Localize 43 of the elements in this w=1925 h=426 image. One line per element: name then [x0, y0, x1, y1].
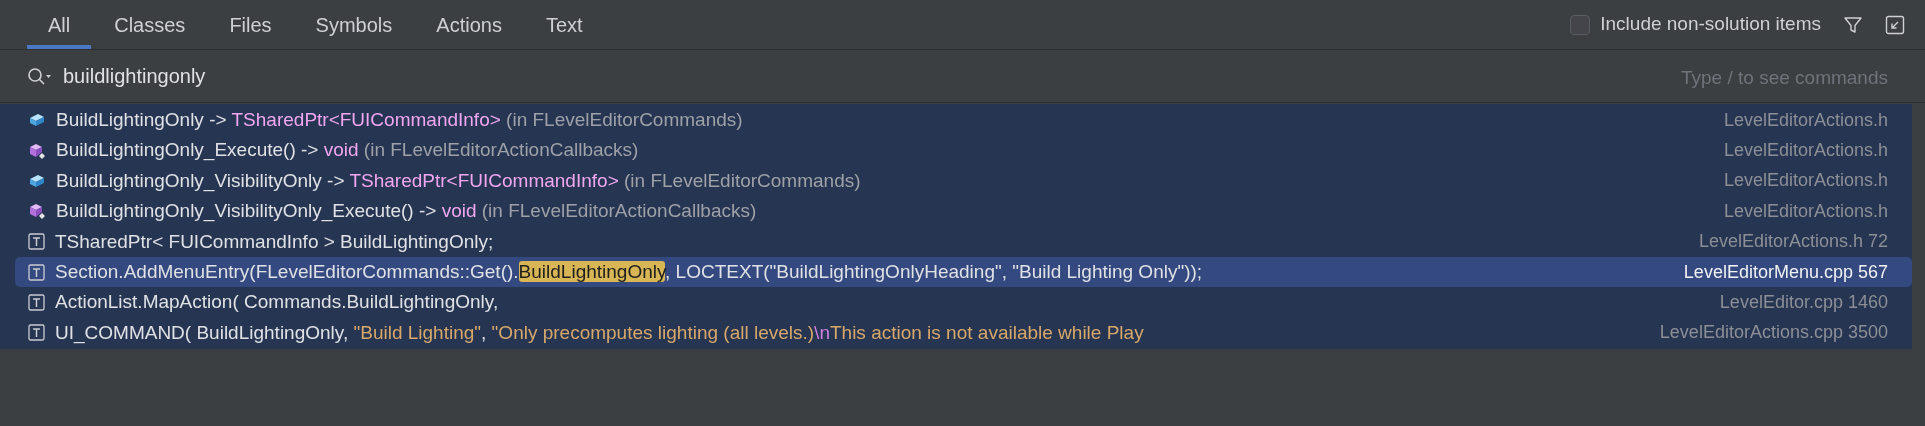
result-row[interactable]: TSharedPtr< FUICommandInfo > BuildLightingOnly; LevelEditorActions.h 72 — [15, 226, 1912, 257]
text-icon — [28, 294, 45, 312]
result-row[interactable]: ActionList.MapAction( Commands.BuildLightingOnly, LevelEditor.cpp 1460 — [15, 287, 1912, 318]
text-icon — [28, 263, 45, 281]
brick-icon — [28, 112, 46, 129]
search-field[interactable]: buildlightingonly — [63, 61, 1541, 91]
result-row[interactable]: UI_COMMAND( BuildLightingOnly, "Build Lighting", "Only precomputes lighting (all levels.)\nThis action is not available while Play LevelEditorActions.cpp 3500 — [15, 317, 1912, 349]
file-location: LevelEditorActions.h — [1723, 199, 1888, 223]
text-icon — [28, 233, 45, 251]
file-location: LevelEditorMenu.cpp 567 — [1683, 260, 1888, 284]
collapse-icon[interactable] — [1885, 14, 1905, 35]
text-icon — [28, 324, 45, 342]
checkbox-label: Include non-solution items — [1600, 12, 1821, 37]
tab[interactable]: Files — [208, 0, 293, 49]
file-location: LevelEditorActions.h — [1723, 139, 1888, 163]
result-text: BuildLightingOnly_Execute() -> void (in FLevelEditorActionCallbacks) — [56, 138, 639, 163]
result-text: TSharedPtr< FUICommandInfo > BuildLightingOnly; — [55, 229, 494, 254]
result-text: UI_COMMAND( BuildLightingOnly, "Build Lighting", "Only precomputes lighting (all levels.)\nThis action is not available while Play — [55, 320, 1144, 346]
result-text: BuildLightingOnly_VisibilityOnly_Execute() -> void (in FLevelEditorActionCallbacks) — [56, 199, 757, 224]
tab[interactable]: Text — [524, 0, 604, 49]
cube-icon — [28, 141, 46, 160]
result-text: BuildLightingOnly_VisibilityOnly -> TSharedPtr<FUICommandInfo> (in FLevelEditorCommands) — [56, 168, 861, 194]
tab[interactable]: All — [27, 0, 92, 49]
result-row[interactable]: BuildLightingOnly -> TSharedPtr<FUICommandInfo> (in FLevelEditorCommands) LevelEditorActions.h — [15, 105, 1912, 136]
tab[interactable]: Symbols — [294, 0, 414, 49]
search-hint: Type / to see commands — [1681, 66, 1888, 90]
file-location: LevelEditor.cpp 1460 — [1719, 291, 1888, 315]
result-text: BuildLightingOnly -> TSharedPtr<FUICommandInfo> (in FLevelEditorCommands) — [56, 107, 743, 132]
file-location: LevelEditorActions.h 72 — [1698, 230, 1888, 254]
file-location: LevelEditorActions.h — [1723, 169, 1888, 193]
result-row[interactable]: BuildLightingOnly_VisibilityOnly_Execute() -> void (in FLevelEditorActionCallbacks) LevelEditorActions.h — [15, 196, 1912, 227]
file-location: LevelEditorActions.cpp 3500 — [1659, 321, 1888, 345]
cube-icon — [28, 202, 46, 221]
result-row[interactable]: BuildLightingOnly_Execute() -> void (in FLevelEditorActionCallbacks) LevelEditorActions.h — [15, 135, 1912, 166]
brick-icon — [28, 172, 46, 189]
search-icon[interactable] — [27, 66, 53, 86]
result-row[interactable]: BuildLightingOnly_VisibilityOnly -> TSharedPtr<FUICommandInfo> (in FLevelEditorCommands) LevelEditorActions.h — [15, 165, 1912, 197]
result-text: ActionList.MapAction( Commands.BuildLightingOnly, — [55, 290, 499, 315]
filter-icon[interactable] — [1843, 14, 1863, 35]
checkbox[interactable] — [1570, 14, 1591, 35]
tab[interactable]: Classes — [93, 0, 207, 49]
tab[interactable]: Actions — [415, 0, 523, 49]
file-location: LevelEditorActions.h — [1723, 108, 1888, 132]
